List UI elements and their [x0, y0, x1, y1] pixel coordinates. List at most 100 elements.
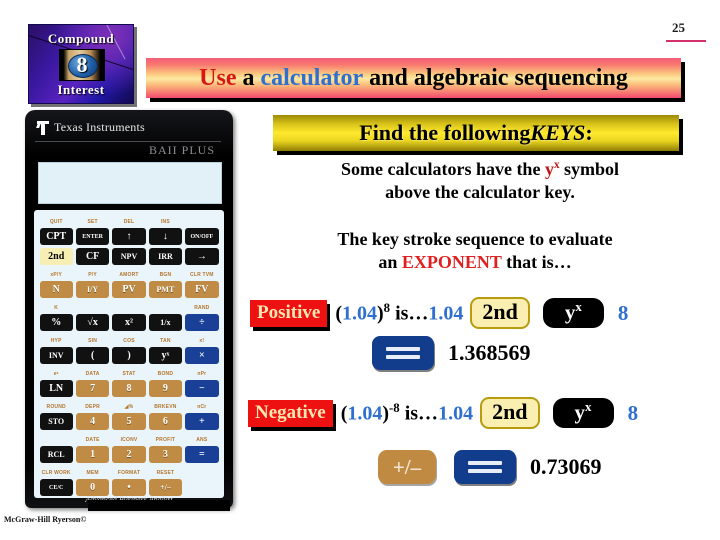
logo-top-label: Compound: [47, 31, 115, 46]
keypad-key[interactable]: ): [112, 347, 146, 364]
keypad-key[interactable]: CE/C: [39, 479, 73, 496]
keypad-key[interactable]: ENTER: [75, 228, 110, 245]
key-yx-positive[interactable]: yx: [542, 297, 604, 329]
negative-exponent-row: Negative (1.04)-8 is…1.04 2nd yx 8: [248, 396, 639, 431]
negative-badge: Negative: [248, 399, 333, 427]
keypad-secondary-label: CLR TVM: [190, 272, 214, 278]
keypad-key[interactable]: N: [39, 281, 73, 298]
key-yx-negative[interactable]: yx: [552, 397, 614, 429]
key-2nd-negative[interactable]: 2nd: [480, 397, 540, 429]
keypad-key[interactable]: 1/x: [148, 314, 183, 331]
keypad-secondary-label: DEL: [123, 219, 135, 225]
keypad-key[interactable]: RCL: [39, 446, 73, 463]
plus-minus-key[interactable]: +/–: [378, 450, 436, 484]
keypad-key[interactable]: 7: [75, 380, 110, 397]
keypad-key[interactable]: x²: [112, 314, 146, 331]
keypad-secondary-label: ICONV: [120, 437, 138, 443]
keypad-key[interactable]: ÷: [185, 314, 219, 331]
chapter-number: 8: [76, 52, 88, 77]
pos-close-paren: ): [377, 302, 384, 325]
keypad-key-row: CPT ENTER ↑ ↓ ON/OFF: [38, 227, 220, 246]
keypad-secondary-label: MEM: [86, 470, 99, 476]
keypad-key[interactable]: +: [185, 413, 219, 430]
banner-title: Use a calculator and algebraic sequencin…: [146, 58, 681, 98]
keypad-secondary-label: P/Y: [88, 272, 97, 278]
keypad-key[interactable]: CF: [75, 248, 110, 265]
keypad-key[interactable]: 3: [148, 446, 183, 463]
equals-key-positive[interactable]: [372, 336, 434, 370]
negative-expression: (1.04)-8 is…1.04: [341, 401, 473, 426]
keypad-key[interactable]: ↓: [148, 228, 183, 245]
page-number: 25: [672, 20, 685, 35]
keypad-key[interactable]: FV: [185, 281, 219, 298]
p2-line-1: The key stroke sequence to evaluate: [337, 229, 613, 249]
keypad-label-row: xP/Y P/Y AMORT BGN CLR TVM: [38, 267, 220, 280]
banner-word-rest: and algebraic sequencing: [369, 64, 628, 91]
keypad-key[interactable]: ON/OFF: [185, 228, 219, 245]
negative-result-row: +/– 0.73069: [378, 450, 602, 484]
keypad-key[interactable]: 6: [148, 413, 183, 430]
keypad-key[interactable]: 9: [148, 380, 183, 397]
keypad-secondary-label: RAND: [194, 305, 210, 311]
paragraph-keystroke-note: The key stroke sequence to evaluate an E…: [245, 228, 705, 274]
keypad-secondary-label: BRKEVN: [154, 404, 177, 410]
keypad-key[interactable]: 0: [75, 479, 110, 496]
key-2nd-positive[interactable]: 2nd: [470, 297, 530, 329]
keypad-key[interactable]: %: [39, 314, 73, 331]
calculator-brand-name: Texas Instruments: [54, 120, 145, 134]
keypad-key[interactable]: =: [185, 446, 219, 463]
keypad-key[interactable]: PV: [112, 281, 146, 298]
keypad-key[interactable]: I/Y: [75, 281, 110, 298]
keypad-secondary-label: BOND: [157, 371, 174, 377]
keypad-key[interactable]: 2nd: [39, 248, 73, 265]
keypad-secondary-label: HYP: [50, 338, 62, 344]
keypad-key-row: % √x x² 1/x ÷: [38, 313, 220, 332]
p2-text-b: that is…: [501, 252, 572, 273]
keypad-secondary-label: DATE: [85, 437, 100, 443]
keypad-key[interactable]: 2: [112, 446, 146, 463]
exponent-keyword: EXPONENT: [401, 252, 502, 273]
keypad-key[interactable]: →: [185, 248, 219, 265]
keypad-key[interactable]: PMT: [148, 281, 183, 298]
keypad-secondary-label: nCr: [197, 404, 207, 410]
pos-key-exponent-entry: 8: [617, 300, 629, 325]
keypad-key[interactable]: ×: [185, 347, 219, 364]
keypad-key[interactable]: NPV: [112, 248, 146, 265]
neg-key-exponent-entry: 8: [627, 400, 639, 425]
copyright-notice: McGraw-Hill Ryerson©: [4, 515, 87, 524]
neg-exponent: -8: [389, 400, 400, 415]
keypad-key[interactable]: IRR: [148, 248, 183, 265]
keypad-key-row: RCL 1 2 3 =: [38, 445, 220, 464]
keypad-secondary-label: DEPR: [85, 404, 100, 410]
equals-bar-bottom-neg: [468, 469, 502, 473]
keypad-key[interactable]: +/–: [148, 479, 183, 496]
keypad-key[interactable]: 4: [75, 413, 110, 430]
equals-key-negative[interactable]: [454, 450, 516, 484]
positive-badge: Positive: [250, 299, 328, 327]
banner-word-calculator: calculator: [260, 64, 364, 91]
keypad-secondary-label: CLR WORK: [41, 470, 71, 476]
keypad-key[interactable]: LN: [39, 380, 73, 397]
keypad-secondary-label: SIN: [88, 338, 98, 344]
keypad-key[interactable]: 1: [75, 446, 110, 463]
keypad-key[interactable]: •: [112, 479, 146, 496]
keypad-secondary-label: eˣ: [53, 371, 59, 377]
keypad-key[interactable]: CPT: [39, 228, 73, 245]
keypad-secondary-label: STAT: [122, 371, 136, 377]
keypad-label-row: HYP SIN COS TAN x!: [38, 333, 220, 346]
keypad-key[interactable]: ↑: [112, 228, 146, 245]
keypad-key[interactable]: 5: [112, 413, 146, 430]
calculator-keypad[interactable]: QUIT SET DEL INS CPT ENTER ↑ ↓ ON/OFF 2nd CF NPV IRR…: [34, 210, 224, 498]
keypad-key[interactable]: −: [185, 380, 219, 397]
banner-word-use: Use: [199, 64, 237, 91]
keypad-key[interactable]: (: [75, 347, 110, 364]
keypad-key[interactable]: √x: [75, 314, 110, 331]
keypad-secondary-label: K: [54, 305, 59, 311]
keypad-key[interactable]: STO: [39, 413, 73, 430]
keypad-key[interactable]: 8: [112, 380, 146, 397]
keypad-key[interactable]: yˣ: [148, 347, 183, 364]
keypad-key[interactable]: INV: [39, 347, 73, 364]
p2-text-a: an: [378, 252, 402, 273]
page-number-rule: [666, 40, 706, 42]
yx-base: y: [544, 159, 554, 179]
